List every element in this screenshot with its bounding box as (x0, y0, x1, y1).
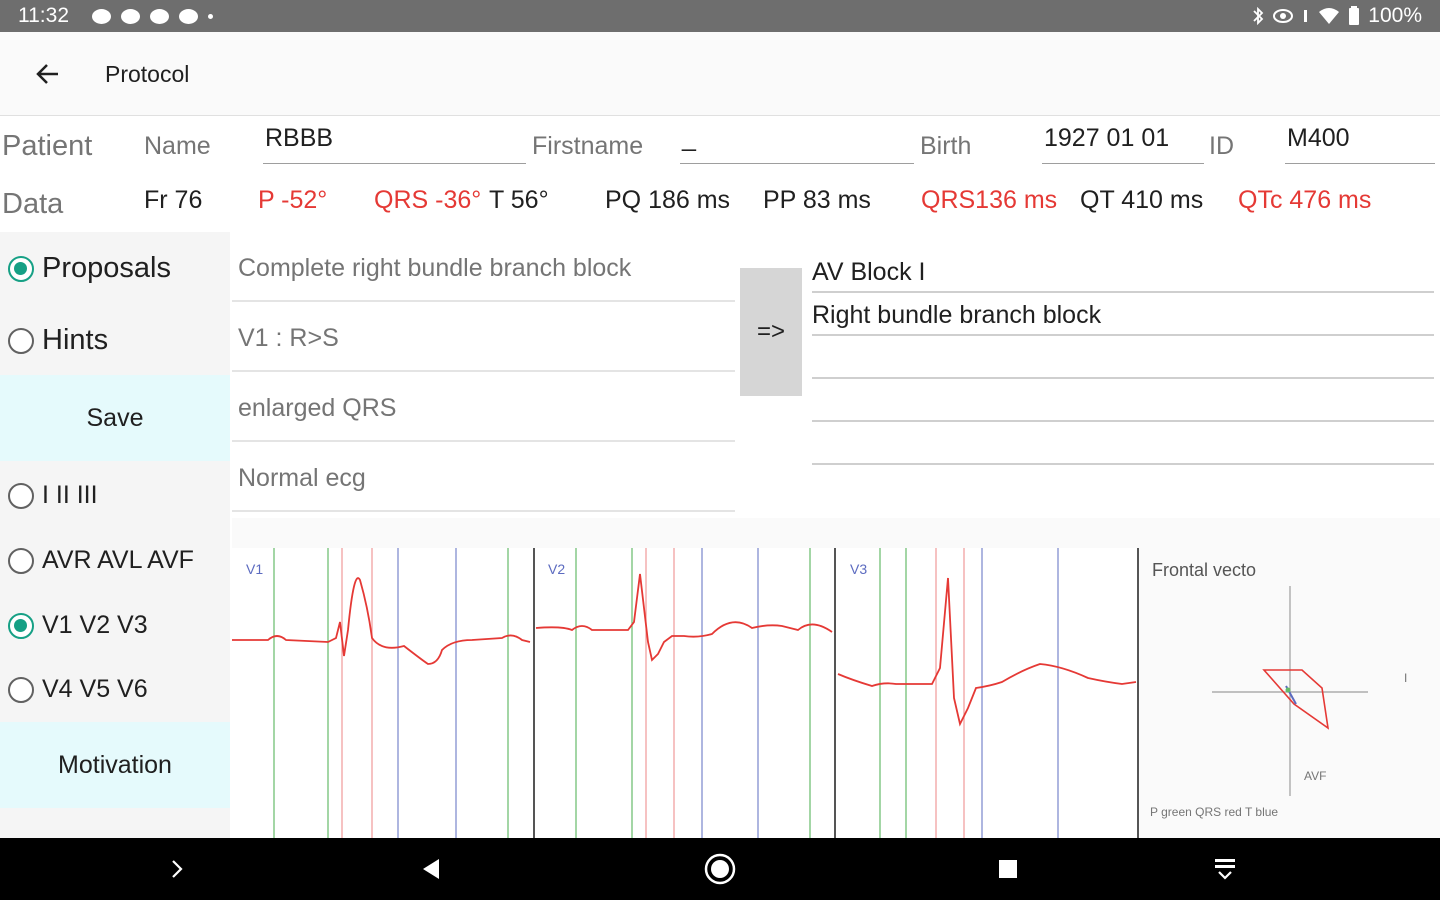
vecto-title: Frontal vecto (1152, 560, 1256, 580)
notification-icon (92, 9, 111, 24)
lead-label-v3: V3 (850, 561, 867, 577)
firstname-value: _ (682, 124, 696, 152)
more-notifications-icon (208, 14, 213, 19)
ecg-traces: V1 V2 V3 Frontal vecto I AVF P green QRS… (232, 548, 1407, 838)
selected-item[interactable]: Right bundle branch block (812, 293, 1434, 336)
clock: 11:32 (18, 4, 69, 27)
radio-unchecked-icon (8, 547, 34, 574)
name-field[interactable]: RBBB (263, 124, 526, 164)
radio-leads-v1-v3[interactable]: V1 V2 V3 (8, 611, 148, 640)
selected-item[interactable] (812, 379, 1434, 422)
measure-qrs-duration: QRS136 ms (921, 186, 1058, 214)
vecto-legend: P green QRS red T blue (1150, 805, 1278, 819)
radio-proposals-label: Proposals (42, 252, 171, 284)
nav-recents-icon[interactable] (991, 852, 1025, 886)
id-value: M400 (1287, 124, 1350, 152)
id-label: ID (1209, 132, 1234, 160)
measure-p-axis: P -52° (258, 186, 328, 214)
vecto-side-mark: I (1404, 671, 1407, 685)
proposal-item[interactable]: enlarged QRS (232, 372, 735, 442)
nav-back-icon[interactable] (414, 852, 448, 886)
proposals-list: Complete right bundle branch block V1 : … (232, 232, 735, 514)
radio-hints[interactable]: Hints (8, 324, 108, 357)
name-label: Name (144, 132, 211, 160)
page-title: Protocol (105, 61, 190, 87)
ecg-background (232, 548, 1138, 838)
motivation-button[interactable]: Motivation (0, 722, 230, 808)
proposal-item[interactable]: V1 : R>S (232, 302, 735, 372)
bluetooth-icon (1253, 7, 1264, 25)
measure-qtc: QTc 476 ms (1238, 186, 1372, 214)
nav-home-icon[interactable] (703, 852, 737, 886)
move-to-selection-button[interactable]: => (740, 268, 802, 396)
wifi-icon (1319, 8, 1340, 24)
vecto-axis-label: AVF (1304, 769, 1326, 783)
vecto-p-loop (1285, 687, 1291, 693)
signal-icon (1304, 10, 1308, 22)
id-field[interactable]: M400 (1285, 124, 1435, 164)
firstname-label: Firstname (532, 132, 644, 160)
selected-item[interactable] (812, 422, 1434, 465)
selected-item[interactable] (812, 336, 1434, 379)
notification-icon (121, 9, 140, 24)
notification-icon (150, 9, 169, 24)
data-row-label: Data (2, 188, 64, 220)
proposal-item[interactable]: Normal ecg (232, 442, 735, 512)
radio-hints-label: Hints (42, 324, 109, 356)
radio-checked-icon (8, 612, 34, 639)
measure-qrs-axis: QRS -36° (374, 186, 482, 214)
eye-icon (1273, 9, 1294, 23)
radio-unchecked-icon (8, 327, 34, 354)
radio-leads-v4-v6[interactable]: V4 V5 V6 (8, 675, 148, 704)
measure-heart-rate: Fr 76 (144, 186, 203, 214)
radio-unchecked-icon (8, 482, 34, 509)
measure-pq: PQ 186 ms (605, 186, 731, 214)
left-panel: Proposals Hints Save I II III AVR AVL AV… (0, 232, 230, 838)
vecto-qrs-loop (1262, 669, 1330, 730)
radio-leads-limbs-label: I II III (42, 481, 98, 509)
birth-value: 1927 01 01 (1044, 124, 1170, 152)
radio-leads-augmented[interactable]: AVR AVL AVF (8, 546, 194, 575)
firstname-field[interactable]: _ (680, 124, 914, 164)
notification-icon (179, 9, 198, 24)
battery-icon (1349, 6, 1360, 25)
measure-qt: QT 410 ms (1080, 186, 1204, 214)
name-value: RBBB (265, 124, 334, 152)
measure-t-axis: T 56° (489, 186, 549, 214)
selected-item[interactable]: AV Block I (812, 250, 1434, 293)
patient-row-label: Patient (2, 130, 93, 162)
expand-icon[interactable] (160, 852, 194, 886)
birth-field[interactable]: 1927 01 01 (1042, 124, 1204, 164)
radio-leads-v1-v3-label: V1 V2 V3 (42, 611, 148, 639)
birth-label: Birth (920, 132, 972, 160)
status-bar: 11:32 100% (0, 0, 1440, 32)
app-bar: Protocol (0, 32, 1440, 116)
back-arrow-icon[interactable] (34, 60, 62, 88)
lead-label-v1: V1 (246, 561, 263, 577)
radio-leads-limbs[interactable]: I II III (8, 481, 98, 510)
radio-checked-icon (8, 255, 34, 282)
proposal-item[interactable]: Complete right bundle branch block (232, 232, 735, 302)
battery-percent: 100% (1368, 4, 1422, 27)
measure-pp: PP 83 ms (763, 186, 871, 214)
radio-leads-v4-v6-label: V4 V5 V6 (42, 675, 148, 703)
radio-proposals[interactable]: Proposals (8, 252, 171, 285)
notification-icons (92, 9, 213, 24)
system-nav-bar (0, 838, 1440, 900)
radio-unchecked-icon (8, 676, 34, 703)
lead-label-v2: V2 (548, 561, 565, 577)
keyboard-hide-icon[interactable] (1208, 852, 1242, 886)
radio-leads-augmented-label: AVR AVL AVF (42, 546, 194, 574)
save-button[interactable]: Save (0, 375, 230, 461)
ecg-panel: V1 V2 V3 Frontal vecto I AVF P green QRS… (232, 518, 1440, 838)
